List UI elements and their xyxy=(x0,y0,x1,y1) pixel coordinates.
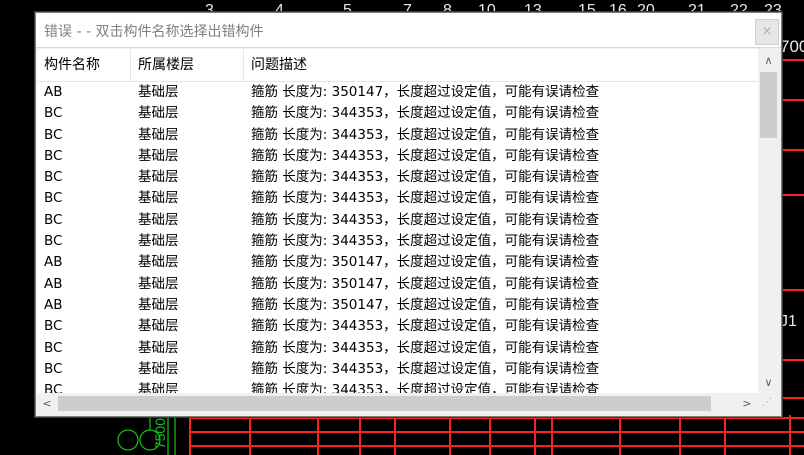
component-name[interactable]: BC xyxy=(44,125,62,146)
problem-description: 箍筋 长度为: 344353，长度超过设定值，可能有误请检查 xyxy=(251,339,600,356)
floor-name: 基础层 xyxy=(138,360,179,377)
floor-name: 基础层 xyxy=(138,254,179,271)
error-dialog: 错误 - - 双击构件名称选择出错构件 × 构件名称 所属楼层 问题描述 AB 基… xyxy=(35,12,782,417)
floor-name: 基础层 xyxy=(138,169,179,186)
vertical-scroll-thumb[interactable] xyxy=(760,72,777,138)
problem-description: 箍筋 长度为: 350147，长度超过设定值，可能有误请检查 xyxy=(251,84,600,100)
floor-name: 基础层 xyxy=(138,233,179,250)
close-button[interactable]: × xyxy=(755,19,779,45)
table-row[interactable]: BC 基础层 箍筋 长度为: 344353，长度超过设定值，可能有误请检查 xyxy=(37,359,758,380)
chevron-left-icon[interactable]: < xyxy=(37,393,57,414)
cad-label-7500: 7500 xyxy=(152,418,168,450)
component-name[interactable]: AB xyxy=(44,295,63,316)
close-icon: × xyxy=(761,24,773,39)
error-list[interactable]: 构件名称 所属楼层 问题描述 AB 基础层 箍筋 长度为: 350147，长度超过设… xyxy=(37,49,758,393)
table-row[interactable]: AB 基础层 箍筋 长度为: 350147，长度超过设定值，可能有误请检查 xyxy=(37,82,758,103)
table-row[interactable]: AB 基础层 箍筋 长度为: 350147，长度超过设定值，可能有误请检查 xyxy=(37,274,758,295)
problem-description: 箍筋 长度为: 344353，长度超过设定值，可能有误请检查 xyxy=(251,190,600,207)
component-name[interactable]: BC xyxy=(44,380,62,393)
component-name[interactable]: BC xyxy=(44,359,62,380)
component-name[interactable]: BC xyxy=(44,167,62,188)
list-header: 构件名称 所属楼层 问题描述 xyxy=(37,49,758,82)
problem-description: 箍筋 长度为: 344353，长度超过设定值，可能有误请检查 xyxy=(251,382,600,393)
horizontal-scroll-thumb[interactable] xyxy=(58,396,711,411)
floor-name: 基础层 xyxy=(138,190,179,207)
cad-label-700: 700 xyxy=(780,37,804,56)
list-rows: AB 基础层 箍筋 长度为: 350147，长度超过设定值，可能有误请检查 BC 基础… xyxy=(37,82,758,393)
table-row[interactable]: AB 基础层 箍筋 长度为: 350147，长度超过设定值，可能有误请检查 xyxy=(37,252,758,273)
component-name[interactable]: BC xyxy=(44,338,62,359)
problem-description: 箍筋 长度为: 344353，长度超过设定值，可能有误请检查 xyxy=(251,105,600,122)
floor-name: 基础层 xyxy=(138,339,179,356)
problem-description: 箍筋 长度为: 344353，长度超过设定值，可能有误请检查 xyxy=(251,211,600,228)
cad-label-j1: J1 xyxy=(780,313,797,330)
problem-description: 箍筋 长度为: 350147，长度超过设定值，可能有误请检查 xyxy=(251,275,600,292)
component-name[interactable]: BC xyxy=(44,188,62,209)
component-name[interactable]: BC xyxy=(44,231,62,252)
problem-description: 箍筋 长度为: 344353，长度超过设定值，可能有误请检查 xyxy=(251,318,600,335)
dialog-titlebar[interactable]: 错误 - - 双击构件名称选择出错构件 × xyxy=(36,13,781,48)
component-name[interactable]: BC xyxy=(44,210,62,231)
floor-name: 基础层 xyxy=(138,147,179,164)
horizontal-scrollbar[interactable]: < > xyxy=(37,393,758,414)
floor-name: 基础层 xyxy=(138,318,179,335)
floor-name: 基础层 xyxy=(138,126,179,143)
column-header-name[interactable]: 构件名称 xyxy=(37,49,131,81)
component-name[interactable]: BC xyxy=(44,146,62,167)
table-row[interactable]: BC 基础层 箍筋 长度为: 344353，长度超过设定值，可能有误请检查 xyxy=(37,167,758,188)
problem-description: 箍筋 长度为: 344353，长度超过设定值，可能有误请检查 xyxy=(251,147,600,164)
floor-name: 基础层 xyxy=(138,275,179,292)
component-name[interactable]: BC xyxy=(44,316,62,337)
chevron-right-icon[interactable]: > xyxy=(737,393,757,414)
table-row[interactable]: BC 基础层 箍筋 长度为: 344353，长度超过设定值，可能有误请检查 xyxy=(37,380,758,393)
component-name[interactable]: AB xyxy=(44,274,63,295)
table-row[interactable]: BC 基础层 箍筋 长度为: 344353，长度超过设定值，可能有误请检查 xyxy=(37,231,758,252)
component-name[interactable]: AB xyxy=(44,82,63,103)
floor-name: 基础层 xyxy=(138,296,179,313)
table-row[interactable]: BC 基础层 箍筋 长度为: 344353，长度超过设定值，可能有误请检查 xyxy=(37,210,758,231)
floor-name: 基础层 xyxy=(138,105,179,122)
problem-description: 箍筋 长度为: 344353，长度超过设定值，可能有误请检查 xyxy=(251,169,600,186)
vertical-scrollbar[interactable]: ∧ ∨ xyxy=(758,49,779,393)
chevron-down-icon[interactable]: ∨ xyxy=(758,373,779,393)
table-row[interactable]: AB 基础层 箍筋 长度为: 350147，长度超过设定值，可能有误请检查 xyxy=(37,295,758,316)
component-name[interactable]: BC xyxy=(44,103,62,124)
component-name[interactable]: AB xyxy=(44,252,63,273)
column-header-description[interactable]: 问题描述 xyxy=(244,49,758,81)
resize-grip-icon[interactable]: ⋰ xyxy=(762,397,778,413)
floor-name: 基础层 xyxy=(138,211,179,228)
table-row[interactable]: BC 基础层 箍筋 长度为: 344353，长度超过设定值，可能有误请检查 xyxy=(37,316,758,337)
problem-description: 箍筋 长度为: 350147，长度超过设定值，可能有误请检查 xyxy=(251,254,600,271)
column-header-floor[interactable]: 所属楼层 xyxy=(131,49,244,81)
problem-description: 箍筋 长度为: 344353，长度超过设定值，可能有误请检查 xyxy=(251,233,600,250)
floor-name: 基础层 xyxy=(138,84,179,100)
dialog-title: 错误 - - 双击构件名称选择出错构件 xyxy=(44,24,264,40)
problem-description: 箍筋 长度为: 344353，长度超过设定值，可能有误请检查 xyxy=(251,126,600,143)
chevron-up-icon[interactable]: ∧ xyxy=(758,51,779,71)
table-row[interactable]: BC 基础层 箍筋 长度为: 344353，长度超过设定值，可能有误请检查 xyxy=(37,103,758,124)
table-row[interactable]: BC 基础层 箍筋 长度为: 344353，长度超过设定值，可能有误请检查 xyxy=(37,146,758,167)
table-row[interactable]: BC 基础层 箍筋 长度为: 344353，长度超过设定值，可能有误请检查 xyxy=(37,188,758,209)
table-row[interactable]: BC 基础层 箍筋 长度为: 344353，长度超过设定值，可能有误请检查 xyxy=(37,338,758,359)
problem-description: 箍筋 长度为: 344353，长度超过设定值，可能有误请检查 xyxy=(251,360,600,377)
floor-name: 基础层 xyxy=(138,382,179,393)
table-row[interactable]: BC 基础层 箍筋 长度为: 344353，长度超过设定值，可能有误请检查 xyxy=(37,125,758,146)
problem-description: 箍筋 长度为: 350147，长度超过设定值，可能有误请检查 xyxy=(251,296,600,313)
